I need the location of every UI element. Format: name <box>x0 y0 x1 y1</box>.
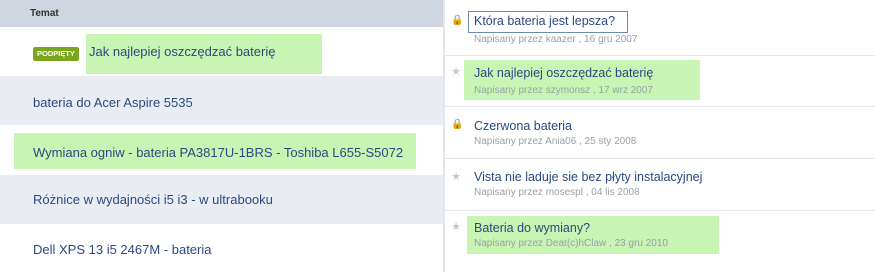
left-topic-list: Temat PODPIĘTY Jak najlepiej oszczędzać … <box>0 0 443 272</box>
related-topic-link[interactable]: Która bateria jest lepsza? <box>474 13 615 29</box>
topic-meta: Napisany przez mosespl , 04 lis 2008 <box>474 187 640 198</box>
related-topic-row: ★ Vista nie laduje sie bez płyty instala… <box>445 159 875 211</box>
topic-link[interactable]: Wymiana ogniw - bateria PA3817U-1BRS - T… <box>33 144 403 162</box>
related-topic-row: ★ Bateria do wymiany? Napisany przez Dea… <box>445 211 875 272</box>
star-icon[interactable]: ★ <box>451 66 461 78</box>
column-header-label: Temat <box>30 8 59 19</box>
topic-link[interactable]: bateria do Acer Aspire 5535 <box>33 94 193 112</box>
star-icon[interactable]: ★ <box>451 171 461 183</box>
related-topic-row: ★ Jak najlepiej oszczędzać baterię Napis… <box>445 56 875 107</box>
pinned-badge: PODPIĘTY <box>33 47 79 61</box>
topic-meta: Napisany przez szymonsz , 17 wrz 2007 <box>474 85 653 96</box>
related-topic-link[interactable]: Bateria do wymiany? <box>474 220 590 236</box>
related-topic-row: 🔒 Która bateria jest lepsza? Napisany pr… <box>445 0 875 56</box>
topic-meta: Napisany przez kaazer , 16 gru 2007 <box>474 34 638 45</box>
topic-meta: Napisany przez Ania06 , 25 sty 2008 <box>474 136 637 147</box>
topic-link[interactable]: Dell XPS 13 i5 2467M - bateria <box>33 241 211 259</box>
related-topic-link[interactable]: Jak najlepiej oszczędzać baterię <box>474 65 653 81</box>
lock-icon: 🔒 <box>451 15 464 26</box>
column-header: Temat <box>0 0 443 27</box>
topic-link[interactable]: Jak najlepiej oszczędzać baterię <box>89 43 275 61</box>
right-topic-list: 🔒 Która bateria jest lepsza? Napisany pr… <box>445 0 875 272</box>
topic-meta: Napisany przez Deat(c)hClaw , 23 gru 201… <box>474 238 668 249</box>
related-topic-link[interactable]: Vista nie laduje sie bez płyty instalacy… <box>474 169 702 185</box>
related-topic-link[interactable]: Czerwona bateria <box>474 118 572 134</box>
star-icon[interactable]: ★ <box>451 221 461 233</box>
lock-icon: 🔒 <box>451 119 464 130</box>
related-topic-row: 🔒 Czerwona bateria Napisany przez Ania06… <box>445 107 875 159</box>
topic-link[interactable]: Różnice w wydajności i5 i3 - w ultrabook… <box>33 191 273 209</box>
